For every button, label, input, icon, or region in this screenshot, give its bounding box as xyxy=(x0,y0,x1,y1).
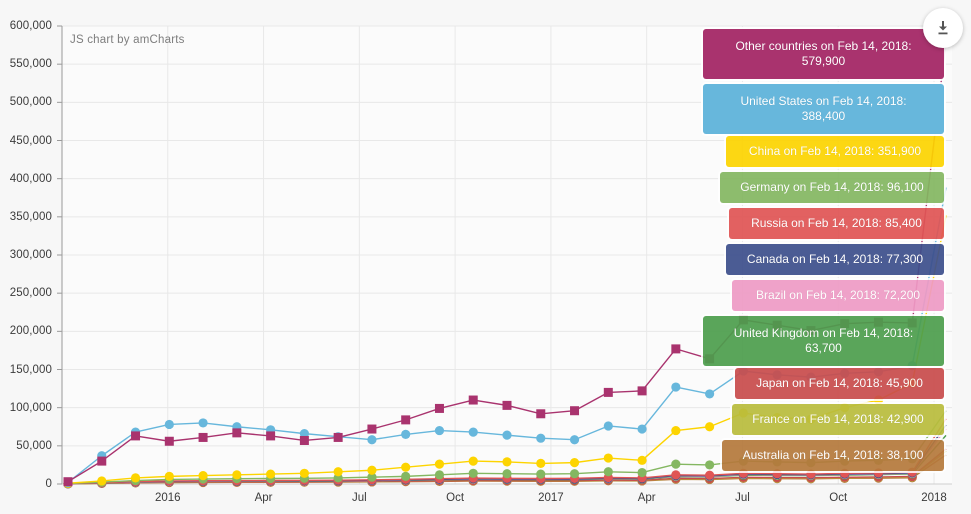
tooltip-china: China on Feb 14, 2018: 351,900 xyxy=(726,136,944,167)
tooltip-united-states: United States on Feb 14, 2018: 388,400 xyxy=(703,84,944,134)
tooltip-japan: Japan on Feb 14, 2018: 45,900 xyxy=(735,368,944,399)
x-axis-tick-label: Jul xyxy=(735,492,750,504)
x-axis-tick-label: 2017 xyxy=(538,492,564,504)
y-axis-tick-label: 0 xyxy=(45,478,52,490)
tooltip-canada: Canada on Feb 14, 2018: 77,300 xyxy=(726,244,944,275)
x-axis-tick-label: Oct xyxy=(446,492,465,504)
y-axis-tick-label: 100,000 xyxy=(9,401,52,414)
tooltip-germany: Germany on Feb 14, 2018: 96,100 xyxy=(720,172,944,203)
y-axis-tick-label: 450,000 xyxy=(9,134,52,147)
y-axis-tick-label: 600,000 xyxy=(9,20,52,32)
tooltip-united-kingdom: United Kingdom on Feb 14, 2018: 63,700 xyxy=(703,316,944,366)
x-axis-tick-label: Apr xyxy=(254,492,273,504)
y-axis-tick-label: 300,000 xyxy=(9,249,52,261)
tooltip-france: France on Feb 14, 2018: 42,900 xyxy=(732,404,944,435)
y-axis-tick-label: 250,000 xyxy=(9,287,52,300)
x-axis-tick-label: 2018 xyxy=(921,492,947,504)
x-axis-tick-label: 2016 xyxy=(154,492,181,504)
tooltip-australia: Australia on Feb 14, 2018: 38,100 xyxy=(722,440,944,471)
x-axis-tick-label: Apr xyxy=(637,492,656,504)
x-axis-tick-label: Oct xyxy=(829,492,848,504)
chart-screen: 0 50,000 100,000 150,000 200,000 250,000 300,0… xyxy=(0,0,971,514)
export-button[interactable] xyxy=(923,8,963,48)
y-axis-tick-label: 550,000 xyxy=(9,58,52,71)
tooltip-russia: Russia on Feb 14, 2018: 85,400 xyxy=(729,208,944,239)
x-axis-tick-label: Jul xyxy=(351,492,367,504)
y-axis-tick-label: 50,000 xyxy=(16,439,52,452)
tooltip-brazil: Brazil on Feb 14, 2018: 72,200 xyxy=(732,280,944,311)
y-axis-tick-label: 400,000 xyxy=(9,172,52,185)
download-icon xyxy=(938,21,948,35)
y-axis-tick-label: 350,000 xyxy=(9,210,52,223)
x-axis: 2016 Apr Jul Oct 2017 Apr Jul Oct 2018 xyxy=(62,492,952,512)
amcharts-watermark: JS chart by amCharts xyxy=(70,34,185,46)
y-axis-tick-label: 200,000 xyxy=(9,325,52,338)
y-axis-tick-label: 500,000 xyxy=(9,96,52,109)
y-axis-tick-label: 150,000 xyxy=(9,363,52,376)
tooltip-other-countries: Other countries on Feb 14, 2018: 579,900 xyxy=(703,29,944,79)
y-axis: 0 50,000 100,000 150,000 200,000 250,000 300,0… xyxy=(0,20,52,490)
